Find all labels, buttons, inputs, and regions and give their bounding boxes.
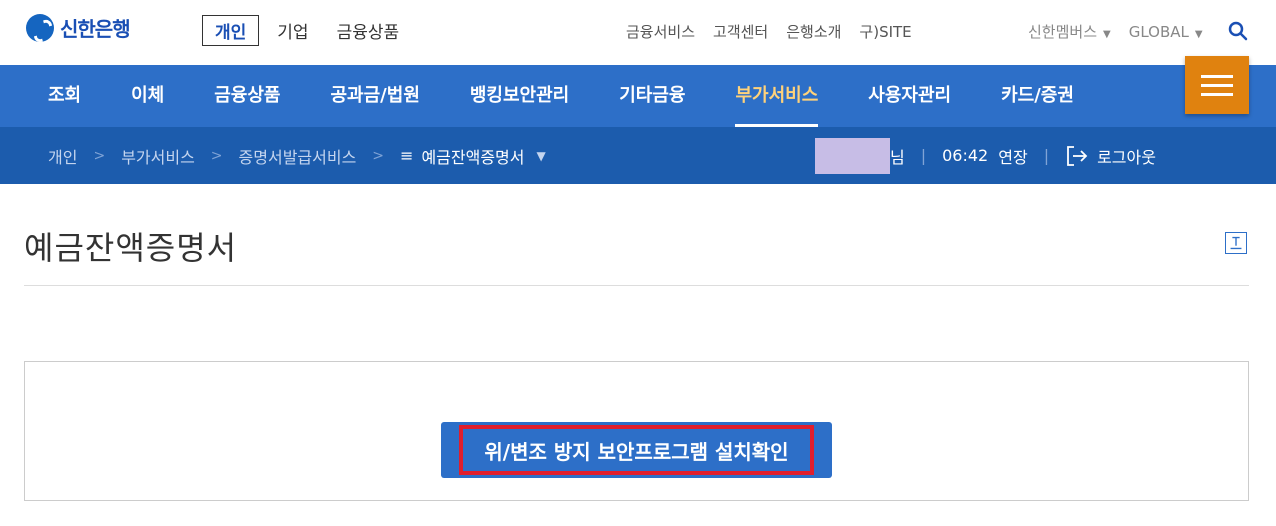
print-icon[interactable]	[1225, 232, 1247, 254]
hamburger-menu-icon[interactable]	[1185, 56, 1249, 114]
segment-personal[interactable]: 개인	[202, 15, 260, 46]
logout-button[interactable]: 로그아웃	[1097, 144, 1156, 168]
page-title: 예금잔액증명서	[24, 229, 238, 267]
extend-session-button[interactable]: 연장	[998, 144, 1027, 168]
segment-products[interactable]: 금융상품	[337, 18, 400, 43]
list-menu-icon: ≡	[400, 146, 414, 165]
chevron-right-icon: >	[210, 147, 223, 164]
session-area: 님 | 06:42 연장 | 로그아웃	[815, 127, 1156, 184]
sub-nav: 개인 > 부가서비스 > 증명서발급서비스 > ≡ 예금잔액증명서 ▼ 님 | …	[0, 127, 1276, 184]
user-suffix: 님	[890, 147, 905, 167]
security-program-check-label: 위/변조 방지 보안프로그램 설치확인	[459, 425, 814, 475]
divider: |	[920, 146, 927, 165]
breadcrumb-additional-services[interactable]: 부가서비스	[121, 144, 195, 168]
session-timer: 06:42	[942, 146, 989, 165]
nav-other-finance[interactable]: 기타금융	[619, 65, 685, 127]
nav-utility-court[interactable]: 공과금/법원	[331, 65, 420, 127]
main-nav: 조회 이체 금융상품 공과금/법원 뱅킹보안관리 기타금융 부가서비스 사용자관…	[0, 65, 1276, 127]
redacted-user-name	[815, 137, 890, 174]
nav-financial-products[interactable]: 금융상품	[214, 65, 280, 127]
breadcrumb-current-dropdown[interactable]: ≡ 예금잔액증명서 ▼	[400, 144, 546, 168]
divider: |	[1043, 146, 1050, 165]
brand-name: 신한은행	[60, 17, 131, 41]
util-customer-center[interactable]: 고객센터	[713, 21, 768, 42]
util-old-site[interactable]: 구)SITE	[859, 21, 911, 42]
security-program-check-button[interactable]: 위/변조 방지 보안프로그램 설치확인	[441, 422, 832, 478]
nav-additional-services[interactable]: 부가서비스	[735, 65, 818, 127]
caret-down-icon: ▼	[1103, 29, 1111, 40]
segment-nav: 개인 기업 금융상품	[202, 15, 427, 46]
logout-icon[interactable]	[1065, 145, 1089, 167]
top-bar: 신한은행 개인 기업 금융상품 금융서비스 고객센터 은행소개 구)SITE 신…	[0, 0, 1276, 65]
nav-user-management[interactable]: 사용자관리	[868, 65, 951, 127]
caret-down-icon: ▼	[1194, 28, 1203, 40]
breadcrumb: 개인 > 부가서비스 > 증명서발급서비스 > ≡ 예금잔액증명서 ▼	[48, 127, 546, 184]
global-dropdown[interactable]: GLOBAL ▼	[1129, 23, 1203, 41]
util-financial-services[interactable]: 금융서비스	[626, 21, 695, 42]
nav-banking-security[interactable]: 뱅킹보안관리	[470, 65, 569, 127]
chevron-right-icon: >	[372, 147, 385, 164]
segment-business[interactable]: 기업	[277, 18, 308, 43]
shinhan-members-dropdown[interactable]: 신한멤버스 ▼	[1028, 21, 1111, 42]
breadcrumb-certificate-service[interactable]: 증명서발급서비스	[239, 144, 357, 168]
breadcrumb-current: 예금잔액증명서	[421, 147, 525, 167]
title-divider	[24, 285, 1249, 286]
caret-down-icon: ▼	[536, 148, 546, 163]
global-label: GLOBAL	[1128, 22, 1189, 41]
nav-card-securities[interactable]: 카드/증권	[1001, 65, 1074, 127]
nav-inquiry[interactable]: 조회	[48, 65, 81, 127]
shinhan-members-label: 신한멤버스	[1028, 23, 1098, 41]
breadcrumb-personal[interactable]: 개인	[48, 144, 77, 168]
brand-logo[interactable]: 신한은행	[26, 13, 131, 42]
member-nav: 신한멤버스 ▼ GLOBAL ▼	[1028, 21, 1203, 42]
nav-transfer[interactable]: 이체	[131, 65, 164, 127]
shinhan-logo-icon	[26, 13, 54, 42]
chevron-right-icon: >	[93, 147, 106, 164]
search-icon[interactable]	[1228, 21, 1248, 41]
util-bank-intro[interactable]: 은행소개	[786, 21, 841, 42]
utility-nav: 금융서비스 고객센터 은행소개 구)SITE	[626, 21, 912, 42]
